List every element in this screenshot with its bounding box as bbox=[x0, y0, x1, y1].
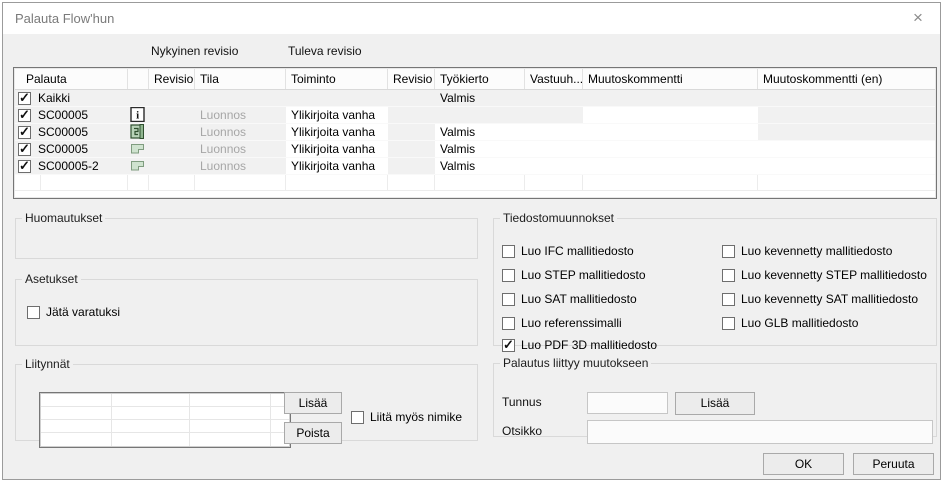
empty-table-row bbox=[15, 175, 935, 191]
col-vastuuhenkilo[interactable]: Vastuuh... bbox=[525, 69, 583, 89]
connections-group: Liitynnät Lisää Poista Liitä myös nimike bbox=[15, 357, 478, 441]
action-cell[interactable]: Ylikirjoita vanha bbox=[286, 124, 388, 140]
add-change-button[interactable]: Lisää bbox=[675, 392, 755, 415]
file-conversions-group: Tiedostomuunnokset Luo IFC mallitiedosto… bbox=[493, 211, 937, 346]
palauta-flowhun-dialog: Palauta Flow'hun × Nykyinen revisio Tule… bbox=[2, 2, 941, 480]
row-name: Kaikki bbox=[38, 90, 70, 106]
light-step-label: Luo kevennetty STEP mallitiedosto bbox=[741, 268, 927, 282]
comment-cell[interactable] bbox=[583, 158, 758, 174]
model-3d-icon bbox=[130, 124, 149, 139]
comment-cell[interactable] bbox=[583, 124, 758, 140]
close-icon[interactable]: × bbox=[902, 3, 934, 34]
dialog-title: Palauta Flow'hun bbox=[15, 3, 114, 34]
col-muutoskommentti[interactable]: Muutoskommentti bbox=[583, 69, 758, 89]
state-cell: Luonnos bbox=[195, 158, 286, 174]
attach-item-label: Liitä myös nimike bbox=[370, 410, 462, 424]
state-cell: Luonnos bbox=[195, 124, 286, 140]
table-row[interactable]: ✓ SC00005 Luonnos Ylikirjoita vanha bbox=[15, 124, 935, 141]
comment-cell[interactable] bbox=[583, 107, 758, 123]
ifc-label: Luo IFC mallitiedosto bbox=[521, 244, 634, 258]
keep-reserved-label: Jätä varatuksi bbox=[46, 305, 120, 319]
glb-checkbox[interactable] bbox=[722, 317, 735, 330]
light-step-checkbox[interactable] bbox=[722, 269, 735, 282]
pdf-3d-checkbox[interactable]: ✓ bbox=[502, 339, 515, 352]
title-bar: Palauta Flow'hun × bbox=[3, 3, 940, 34]
connections-group-label: Liitynnät bbox=[22, 357, 73, 371]
workflow-state bbox=[435, 107, 525, 123]
tunnus-label: Tunnus bbox=[502, 395, 542, 409]
state-cell: Luonnos bbox=[195, 107, 286, 123]
col-revisio-current[interactable]: Revisio bbox=[149, 69, 195, 89]
row-name: SC00005 bbox=[38, 107, 88, 123]
table-header: Palauta Revisio Tila Toiminto Revisio Ty… bbox=[15, 69, 935, 90]
table-row[interactable]: ✓ Kaikki Valmis bbox=[15, 90, 935, 107]
svg-text:i: i bbox=[136, 110, 139, 122]
workflow-state: Valmis bbox=[435, 141, 525, 157]
sat-checkbox[interactable] bbox=[502, 293, 515, 306]
settings-group-label: Asetukset bbox=[22, 272, 81, 286]
row-checkbox[interactable]: ✓ bbox=[18, 160, 31, 173]
current-revision-label: Nykyinen revisio bbox=[151, 44, 238, 58]
ok-button[interactable]: OK bbox=[763, 453, 844, 475]
info-document-icon: i bbox=[130, 107, 149, 122]
ifc-checkbox[interactable] bbox=[502, 245, 515, 258]
row-checkbox[interactable]: ✓ bbox=[18, 126, 31, 139]
change-link-group: Palautus liittyy muutokseen Tunnus Lisää… bbox=[493, 356, 937, 437]
remove-connection-button[interactable]: Poista bbox=[284, 422, 342, 444]
reference-model-label: Luo referenssimalli bbox=[521, 316, 622, 330]
col-revisio-future[interactable]: Revisio bbox=[388, 69, 435, 89]
change-link-group-label: Palautus liittyy muutokseen bbox=[500, 356, 651, 370]
col-icon[interactable] bbox=[128, 69, 149, 89]
light-model-checkbox[interactable] bbox=[722, 245, 735, 258]
pdf-3d-label: Luo PDF 3D mallitiedosto bbox=[521, 338, 657, 352]
row-checkbox[interactable]: ✓ bbox=[18, 143, 31, 156]
light-sat-checkbox[interactable] bbox=[722, 293, 735, 306]
reference-model-checkbox[interactable] bbox=[502, 317, 515, 330]
col-toiminto[interactable]: Toiminto bbox=[286, 69, 388, 89]
sheet-part-icon bbox=[130, 158, 149, 173]
sheet-part-icon bbox=[130, 141, 149, 156]
keep-reserved-checkbox[interactable] bbox=[27, 306, 40, 319]
add-connection-button[interactable]: Lisää bbox=[284, 392, 342, 414]
step-checkbox[interactable] bbox=[502, 269, 515, 282]
row-checkbox[interactable]: ✓ bbox=[18, 92, 31, 105]
cancel-button[interactable]: Peruuta bbox=[853, 453, 934, 475]
col-tila[interactable]: Tila bbox=[195, 69, 286, 89]
table-row[interactable]: ✓ SC00005-2 Luonnos Ylikirjoita vanha Va… bbox=[15, 158, 935, 175]
action-cell[interactable]: Ylikirjoita vanha bbox=[286, 141, 388, 157]
future-revision-label: Tuleva revisio bbox=[288, 44, 362, 58]
col-tyokierto[interactable]: Työkierto bbox=[435, 69, 525, 89]
action-cell[interactable]: Ylikirjoita vanha bbox=[286, 158, 388, 174]
action-cell[interactable]: Ylikirjoita vanha bbox=[286, 107, 388, 123]
notes-group: Huomautukset bbox=[15, 211, 478, 259]
tunnus-input[interactable] bbox=[587, 392, 668, 414]
col-palauta[interactable]: Palauta bbox=[15, 69, 128, 89]
sat-label: Luo SAT mallitiedosto bbox=[521, 292, 637, 306]
table-row[interactable]: ✓ SC00005 Luonnos Ylikirjoita vanha Valm… bbox=[15, 141, 935, 158]
step-label: Luo STEP mallitiedosto bbox=[521, 268, 646, 282]
notes-group-label: Huomautukset bbox=[22, 211, 105, 225]
state-cell: Luonnos bbox=[195, 141, 286, 157]
workflow-state: Valmis bbox=[435, 124, 525, 140]
glb-label: Luo GLB mallitiedosto bbox=[741, 316, 858, 330]
light-sat-label: Luo kevennetty SAT mallitiedosto bbox=[741, 292, 918, 306]
otsikko-label: Otsikko bbox=[502, 424, 542, 438]
row-checkbox[interactable]: ✓ bbox=[18, 109, 31, 122]
row-name: SC00005-2 bbox=[38, 158, 99, 174]
workflow-state: Valmis bbox=[435, 158, 525, 174]
file-conversions-group-label: Tiedostomuunnokset bbox=[500, 211, 617, 225]
col-muutoskommentti-en[interactable]: Muutoskommentti (en) bbox=[758, 69, 935, 89]
light-model-label: Luo kevennetty mallitiedosto bbox=[741, 244, 892, 258]
table-row[interactable]: ✓ SC00005 i Luonnos Ylikirjoita vanha bbox=[15, 107, 935, 124]
settings-group: Asetukset Jätä varatuksi bbox=[15, 272, 478, 346]
workflow-state: Valmis bbox=[435, 90, 525, 106]
row-name: SC00005 bbox=[38, 124, 88, 140]
revision-table: Palauta Revisio Tila Toiminto Revisio Ty… bbox=[13, 67, 937, 199]
row-name: SC00005 bbox=[38, 141, 88, 157]
otsikko-input[interactable] bbox=[587, 420, 933, 444]
attach-item-checkbox[interactable] bbox=[351, 411, 364, 424]
comment-cell[interactable] bbox=[583, 141, 758, 157]
connections-table[interactable] bbox=[39, 392, 291, 448]
